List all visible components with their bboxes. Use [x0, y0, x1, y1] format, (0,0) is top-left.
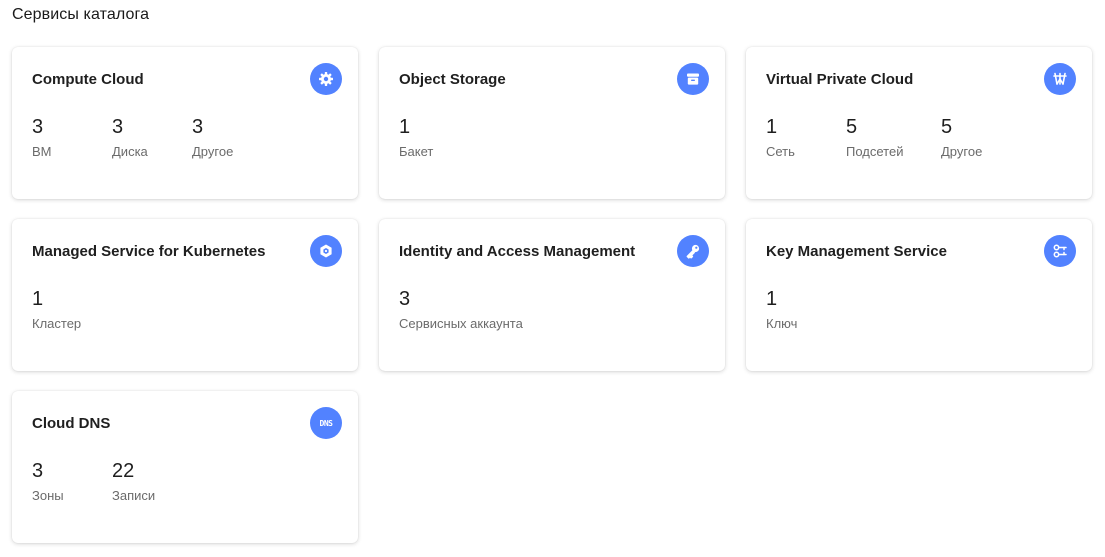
card-stats: 1 Бакет [399, 115, 433, 160]
card-stats: 3 Сервисных аккаунта [399, 287, 523, 332]
card-stats: 1 Сеть 5 Подсетей 5 Другое [766, 115, 982, 160]
stat-label: Другое [941, 144, 983, 159]
stat-networks: 1 Сеть [766, 115, 846, 160]
stat-label: Другое [192, 144, 234, 159]
stat-label: Кластер [32, 316, 82, 331]
service-card-key-management[interactable]: Key Management Service 1 Ключ [746, 219, 1092, 371]
stat-label: Диска [112, 144, 148, 159]
stat-value: 5 [941, 116, 953, 138]
stat-label: Подсетей [846, 144, 904, 159]
stat-value: 3 [399, 288, 411, 310]
stat-value: 1 [32, 288, 44, 310]
stat-label: Бакет [399, 144, 434, 159]
key-icon [677, 235, 709, 267]
dns-icon: DNS [310, 407, 342, 439]
stat-label: Ключ [766, 316, 798, 331]
services-grid: Compute Cloud 3 ВМ 3 Диска 3 Другое Obje… [12, 47, 1092, 543]
stat-label: ВМ [32, 144, 52, 159]
service-card-iam[interactable]: Identity and Access Management 3 Сервисн… [379, 219, 725, 371]
stat-buckets: 1 Бакет [399, 115, 433, 160]
card-title: Compute Cloud [32, 71, 144, 88]
stat-other: 3 Другое [192, 115, 233, 160]
card-title: Managed Service for Kubernetes [32, 243, 266, 260]
stat-value: 3 [32, 460, 44, 482]
stat-vm: 3 ВМ [32, 115, 112, 160]
key-management-icon [1044, 235, 1076, 267]
stat-label: Сеть [766, 144, 795, 159]
card-title: Virtual Private Cloud [766, 71, 914, 88]
dns-icon-label: DNS [319, 418, 333, 428]
card-title: Object Storage [399, 71, 506, 88]
stat-records: 22 Записи [112, 459, 155, 504]
network-icon [1044, 63, 1076, 95]
service-card-compute-cloud[interactable]: Compute Cloud 3 ВМ 3 Диска 3 Другое [12, 47, 358, 199]
service-card-object-storage[interactable]: Object Storage 1 Бакет [379, 47, 725, 199]
stat-value: 5 [846, 116, 858, 138]
stat-label: Сервисных аккаунта [399, 316, 523, 331]
stat-service-accounts: 3 Сервисных аккаунта [399, 287, 523, 332]
gear-icon [310, 63, 342, 95]
stat-disks: 3 Диска [112, 115, 192, 160]
card-title: Key Management Service [766, 243, 947, 260]
card-stats: 3 ВМ 3 Диска 3 Другое [32, 115, 233, 160]
stat-subnets: 5 Подсетей [846, 115, 941, 160]
stat-value: 3 [192, 116, 204, 138]
stat-keys: 1 Ключ [766, 287, 797, 332]
page-title: Сервисы каталога [12, 6, 150, 23]
card-title: Cloud DNS [32, 415, 111, 432]
stat-value: 1 [399, 116, 411, 138]
stat-value: 1 [766, 288, 778, 310]
card-stats: 3 Зоны 22 Записи [32, 459, 155, 504]
kubernetes-hexagon-icon [310, 235, 342, 267]
stat-label: Записи [112, 488, 156, 503]
stat-other: 5 Другое [941, 115, 982, 160]
service-card-kubernetes[interactable]: Managed Service for Kubernetes 1 Кластер [12, 219, 358, 371]
card-stats: 1 Кластер [32, 287, 81, 332]
stat-label: Зоны [32, 488, 64, 503]
stat-value: 3 [32, 116, 44, 138]
stat-value: 22 [112, 460, 135, 482]
stat-zones: 3 Зоны [32, 459, 112, 504]
card-title: Identity and Access Management [399, 243, 636, 260]
service-card-virtual-private-cloud[interactable]: Virtual Private Cloud 1 Сеть 5 Подсетей … [746, 47, 1092, 199]
stat-value: 1 [766, 116, 778, 138]
storage-box-icon [677, 63, 709, 95]
card-stats: 1 Ключ [766, 287, 797, 332]
stat-clusters: 1 Кластер [32, 287, 81, 332]
stat-value: 3 [112, 116, 124, 138]
service-card-cloud-dns[interactable]: Cloud DNS DNS 3 Зоны 22 Записи [12, 391, 358, 543]
